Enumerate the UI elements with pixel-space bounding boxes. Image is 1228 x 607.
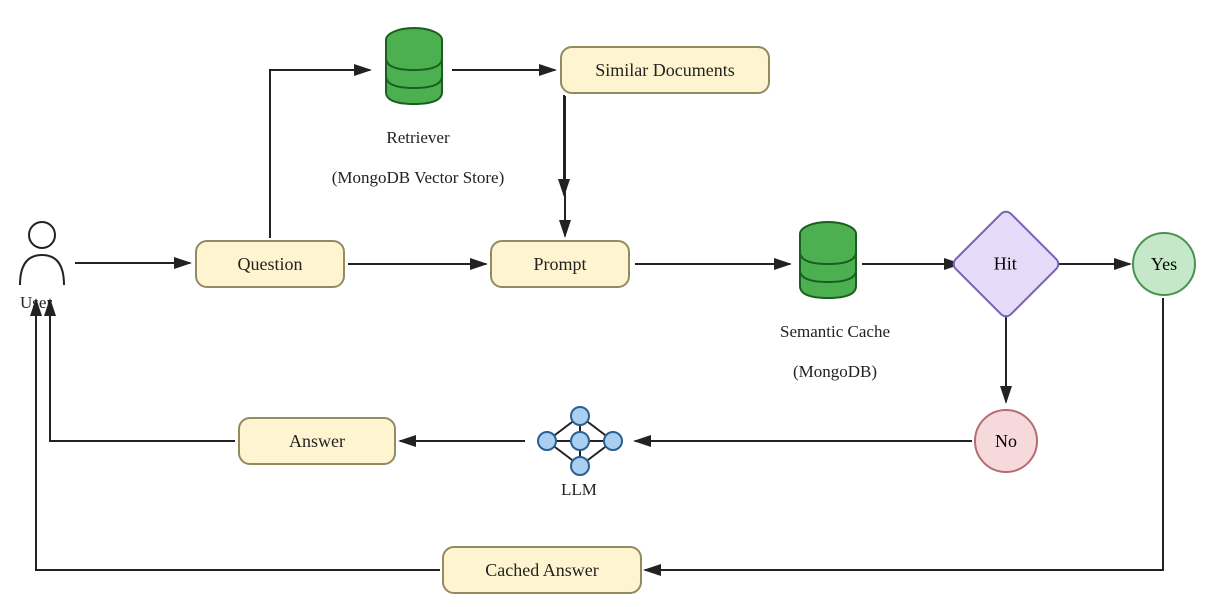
question-node: Question	[195, 240, 345, 288]
hit-decision: Hit	[949, 207, 1062, 320]
yes-text: Yes	[1151, 254, 1177, 275]
cached-answer-node: Cached Answer	[442, 546, 642, 594]
similar-documents-node: Similar Documents	[560, 46, 770, 94]
question-text: Question	[238, 254, 303, 275]
hit-text: Hit	[994, 253, 1017, 274]
user-icon	[20, 222, 64, 285]
prompt-node: Prompt	[490, 240, 630, 288]
no-node: No	[974, 409, 1038, 473]
yes-node: Yes	[1132, 232, 1196, 296]
diagram-canvas: User Question Retriever (MongoDB Vector …	[0, 0, 1228, 607]
llm-label: LLM	[561, 480, 597, 500]
answer-text: Answer	[289, 431, 345, 452]
answer-node: Answer	[238, 417, 396, 465]
database-icon	[386, 28, 442, 104]
cached-answer-text: Cached Answer	[485, 560, 598, 581]
similar-documents-text: Similar Documents	[595, 60, 734, 81]
database-icon	[800, 222, 856, 298]
no-text: No	[995, 431, 1017, 452]
neural-network-icon	[538, 407, 622, 475]
retriever-label: Retriever (MongoDB Vector Store)	[303, 108, 533, 188]
prompt-text: Prompt	[533, 254, 586, 275]
user-label: User	[20, 293, 52, 313]
semantic-cache-label: Semantic Cache (MongoDB)	[760, 302, 910, 382]
